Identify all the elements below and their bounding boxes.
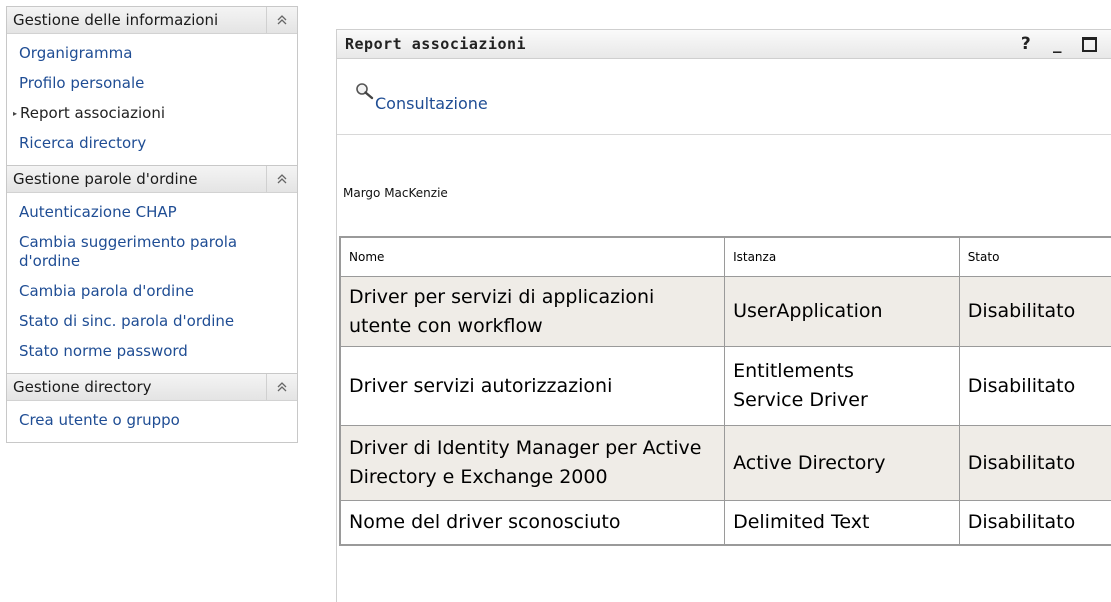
sidebar-item-ricerca-directory[interactable]: Ricerca directory (7, 130, 297, 157)
sidebar-item-label: Crea utente o gruppo (19, 411, 180, 429)
minimize-icon[interactable]: _ (1047, 30, 1069, 58)
window-controls: ? _ (1015, 30, 1100, 58)
double-chevron-up-icon[interactable] (266, 374, 297, 400)
maximize-icon[interactable] (1078, 30, 1100, 58)
table-header-row: Nome Istanza Stato (339, 236, 1111, 277)
sidebar-item-label: Ricerca directory (19, 134, 147, 152)
sidebar-item-profilo-personale[interactable]: Profilo personale (7, 70, 297, 97)
sidebar-item-stato-sinc[interactable]: Stato di sinc. parola d'ordine (7, 308, 297, 335)
group-header-gestione-parole-ordine[interactable]: Gestione parole d'ordine (7, 165, 297, 193)
cell-nome: Driver di Identity Manager per Active Di… (339, 425, 726, 501)
group-title: Gestione delle informazioni (13, 11, 219, 29)
current-marker-icon: ▸ (13, 109, 18, 118)
table-row: Driver di Identity Manager per Active Di… (339, 425, 1111, 501)
sidebar-item-cambia-parola[interactable]: Cambia parola d'ordine (7, 278, 297, 305)
group-header-gestione-directory[interactable]: Gestione directory (7, 373, 297, 401)
cell-nome: Driver per servizi di applicazioni utent… (339, 276, 726, 347)
sidebar-item-label: Autenticazione CHAP (19, 203, 177, 221)
sidebar: Gestione delle informazioni Organigramma… (6, 6, 298, 443)
cell-istanza: Entitlements Service Driver (724, 346, 960, 426)
group-header-gestione-informazioni[interactable]: Gestione delle informazioni (7, 6, 297, 34)
magnifier-icon (356, 83, 374, 100)
sidebar-item-crea-utente[interactable]: Crea utente o gruppo (7, 407, 297, 434)
cell-istanza: UserApplication (724, 276, 960, 347)
report-portlet: Report associazioni ? _ Consultazione Ma… (336, 29, 1111, 602)
portlet-title: Report associazioni (345, 35, 527, 53)
cell-istanza: Delimited Text (724, 500, 960, 545)
cell-stato: Disabilitato (958, 276, 1111, 347)
table-row: Driver per servizi di applicazioni utent… (339, 276, 1111, 347)
sidebar-item-label: Report associazioni (20, 104, 166, 122)
cell-stato: Disabilitato (958, 500, 1111, 545)
sidebar-item-cambia-suggerimento[interactable]: Cambia suggerimento parola d'ordine (7, 229, 254, 275)
sidebar-item-autenticazione-chap[interactable]: Autenticazione CHAP (7, 199, 297, 226)
sidebar-item-label: Cambia suggerimento parola d'ordine (19, 233, 238, 270)
group-title: Gestione directory (13, 378, 152, 396)
sidebar-item-report-associazioni[interactable]: ▸ Report associazioni (7, 100, 297, 127)
sidebar-item-label: Profilo personale (19, 74, 145, 92)
column-header-stato: Stato (958, 236, 1111, 277)
column-header-istanza: Istanza (724, 236, 960, 277)
sidebar-item-label: Stato di sinc. parola d'ordine (19, 312, 235, 330)
double-chevron-up-icon[interactable] (266, 7, 297, 33)
sidebar-item-label: Stato norme password (19, 342, 188, 360)
portlet-toolbar: Consultazione (337, 59, 1111, 135)
sidebar-item-organigramma[interactable]: Organigramma (7, 40, 297, 67)
table-row: Driver servizi autorizzazioni Entitlemen… (339, 346, 1111, 426)
portlet-titlebar: Report associazioni ? _ (337, 30, 1111, 59)
cell-istanza: Active Directory (724, 425, 960, 501)
double-chevron-up-icon[interactable] (266, 166, 297, 192)
table-row: Nome del driver sconosciuto Delimited Te… (339, 500, 1111, 545)
user-name: Margo MacKenzie (343, 186, 448, 200)
consultazione-label: Consultazione (375, 94, 488, 113)
cell-nome: Driver servizi autorizzazioni (339, 346, 726, 426)
associations-table: Nome Istanza Stato Driver per servizi di… (339, 236, 1111, 546)
help-icon[interactable]: ? (1015, 30, 1037, 58)
sidebar-item-stato-norme[interactable]: Stato norme password (7, 338, 297, 365)
sidebar-item-label: Organigramma (19, 44, 133, 62)
column-header-nome: Nome (339, 236, 726, 277)
cell-stato: Disabilitato (958, 346, 1111, 426)
cell-nome: Nome del driver sconosciuto (339, 500, 726, 545)
group-title: Gestione parole d'ordine (13, 170, 198, 188)
sidebar-item-label: Cambia parola d'ordine (19, 282, 194, 300)
cell-stato: Disabilitato (958, 425, 1111, 501)
